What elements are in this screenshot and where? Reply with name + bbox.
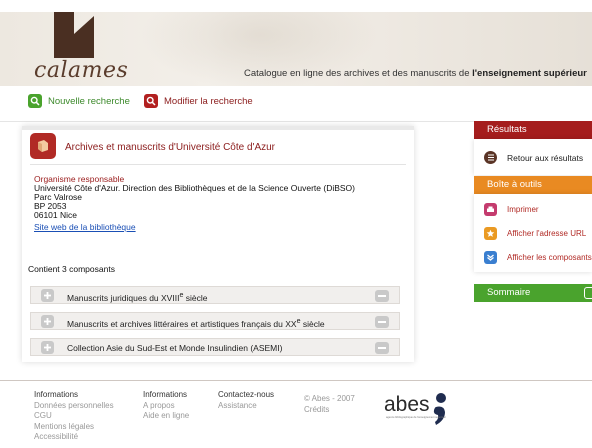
library-website-link[interactable]: Site web de la bibliothèque (34, 222, 136, 232)
results-header: Résultats (474, 121, 592, 139)
modify-search-button[interactable]: Modifier la recherche (144, 94, 253, 108)
collapse-minus-icon[interactable] (375, 316, 389, 328)
chevron-down-icon (484, 251, 497, 264)
component-label: Collection Asie du Sud-Est et Monde Insu… (67, 343, 282, 353)
print-link[interactable]: Imprimer (484, 203, 539, 216)
footer-link[interactable]: Assistance (218, 401, 274, 412)
abes-logo-text: abes (384, 393, 430, 416)
list-icon (484, 151, 497, 164)
search-icon (144, 94, 158, 108)
record-card-top-strip (22, 126, 414, 130)
footer-heading: Contactez-nous (218, 390, 275, 399)
summary-header[interactable]: Sommaire (474, 284, 592, 302)
component-label-text: Collection Asie du Sud-Est et Monde Insu… (67, 343, 283, 353)
footer-link[interactable]: Accessibilité (34, 432, 114, 443)
site-header: calames Catalogue en ligne des archives … (0, 0, 592, 86)
footer-column-about: Informations A propos Aide en ligne (143, 390, 189, 422)
summary-title: Sommaire (487, 287, 531, 298)
star-icon (484, 227, 497, 240)
component-row[interactable]: Collection Asie du Sud-Est et Monde Insu… (30, 338, 400, 356)
component-label-text: Manuscrits juridiques du XVIII (67, 292, 180, 303)
footer-link[interactable]: A propos (143, 401, 189, 412)
site-tagline: Catalogue en ligne des archives et des m… (244, 68, 587, 79)
print-label: Imprimer (507, 205, 539, 214)
back-to-results-link[interactable]: Retour aux résultats (484, 151, 583, 164)
modify-search-label: Modifier la recherche (164, 95, 253, 107)
component-label: Manuscrits juridiques du XVIIIe siècle (67, 291, 207, 303)
show-components-link[interactable]: Afficher les composants (484, 251, 592, 264)
record-box-icon (30, 133, 56, 159)
tagline-bold: l'enseignement supérieur (472, 68, 587, 79)
components-count: Contient 3 composants (28, 264, 115, 274)
footer-heading: Informations (34, 390, 79, 399)
new-search-label: Nouvelle recherche (48, 95, 130, 107)
abes-logo-subtext: agence bibliographique de l'enseignement… (386, 415, 446, 419)
collapse-minus-icon[interactable] (375, 342, 389, 354)
show-url-label: Afficher l'adresse URL (507, 229, 587, 238)
expand-plus-icon[interactable] (41, 289, 54, 302)
calames-logo-text[interactable]: calames (34, 58, 128, 83)
record-title: Archives et manuscrits d'Université Côte… (65, 142, 276, 153)
footer-link[interactable]: Données personnelles (34, 401, 114, 412)
component-label-text: Manuscrits et archives littéraires et ar… (67, 318, 297, 329)
show-components-label: Afficher les composants (507, 253, 592, 262)
expand-plus-icon[interactable] (41, 315, 54, 328)
calames-logo-icon[interactable] (54, 12, 104, 58)
summary-toggle-icon[interactable] (584, 287, 592, 299)
footer-column-credits: © Abes - 2007 Crédits (304, 394, 355, 415)
component-row[interactable]: Manuscrits et archives littéraires et ar… (30, 312, 400, 330)
component-label: Manuscrits et archives littéraires et ar… (67, 317, 325, 329)
footer-link[interactable]: Aide en ligne (143, 411, 189, 422)
printer-icon (484, 203, 497, 216)
footer-column-contact: Contactez-nous Assistance (218, 390, 274, 411)
header-top-band (0, 0, 592, 12)
footer-link[interactable]: CGU (34, 411, 114, 422)
component-label-suffix: siècle (300, 318, 325, 329)
abes-logo-icon[interactable]: abes agence bibliographique de l'enseign… (382, 389, 452, 429)
footer-link[interactable]: Mentions légales (34, 422, 114, 433)
new-search-button[interactable]: Nouvelle recherche (28, 94, 130, 108)
footer-heading: Informations (143, 390, 188, 399)
back-to-results-label: Retour aux résultats (507, 152, 584, 163)
tagline-prefix: Catalogue en ligne des archives et des m… (244, 68, 473, 79)
copyright-text: © Abes - 2007 (304, 394, 355, 403)
toolbox-header: Boîte à outils (474, 176, 592, 194)
search-icon (28, 94, 42, 108)
collapse-minus-icon[interactable] (375, 290, 389, 302)
footer-divider (0, 380, 592, 381)
address-line: Université Côte d'Azur. Direction des Bi… (34, 183, 355, 193)
address-line: 06101 Nice (34, 210, 78, 220)
expand-plus-icon[interactable] (41, 341, 54, 354)
component-row[interactable]: Manuscrits juridiques du XVIIIe siècle (30, 286, 400, 304)
show-url-link[interactable]: Afficher l'adresse URL (484, 227, 586, 240)
record-divider (30, 164, 406, 165)
footer-column-info: Informations Données personnelles CGU Me… (34, 390, 114, 443)
component-label-suffix: siècle (183, 292, 208, 303)
footer-link[interactable]: Crédits (304, 405, 355, 416)
